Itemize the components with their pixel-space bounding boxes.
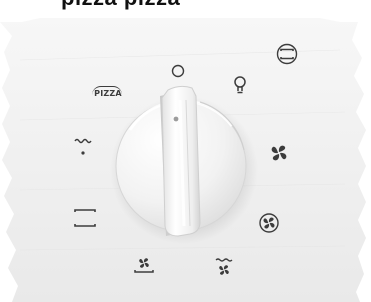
bottom-top-heat-icon xyxy=(72,207,98,229)
fan-bottom-heat-icon xyxy=(132,254,156,276)
fan-ring-icon xyxy=(258,212,280,234)
off-circle-icon xyxy=(171,64,185,78)
lamp-icon xyxy=(233,75,247,97)
oven-control-panel: pizza pizza xyxy=(0,0,371,302)
panel-background xyxy=(0,18,366,302)
fan-icon xyxy=(269,143,289,163)
fan-grill-icon xyxy=(213,256,235,278)
pizza-label: PIZZA xyxy=(94,89,122,98)
top-bottom-heat-icon xyxy=(276,43,298,65)
grill-small-icon xyxy=(72,132,94,160)
